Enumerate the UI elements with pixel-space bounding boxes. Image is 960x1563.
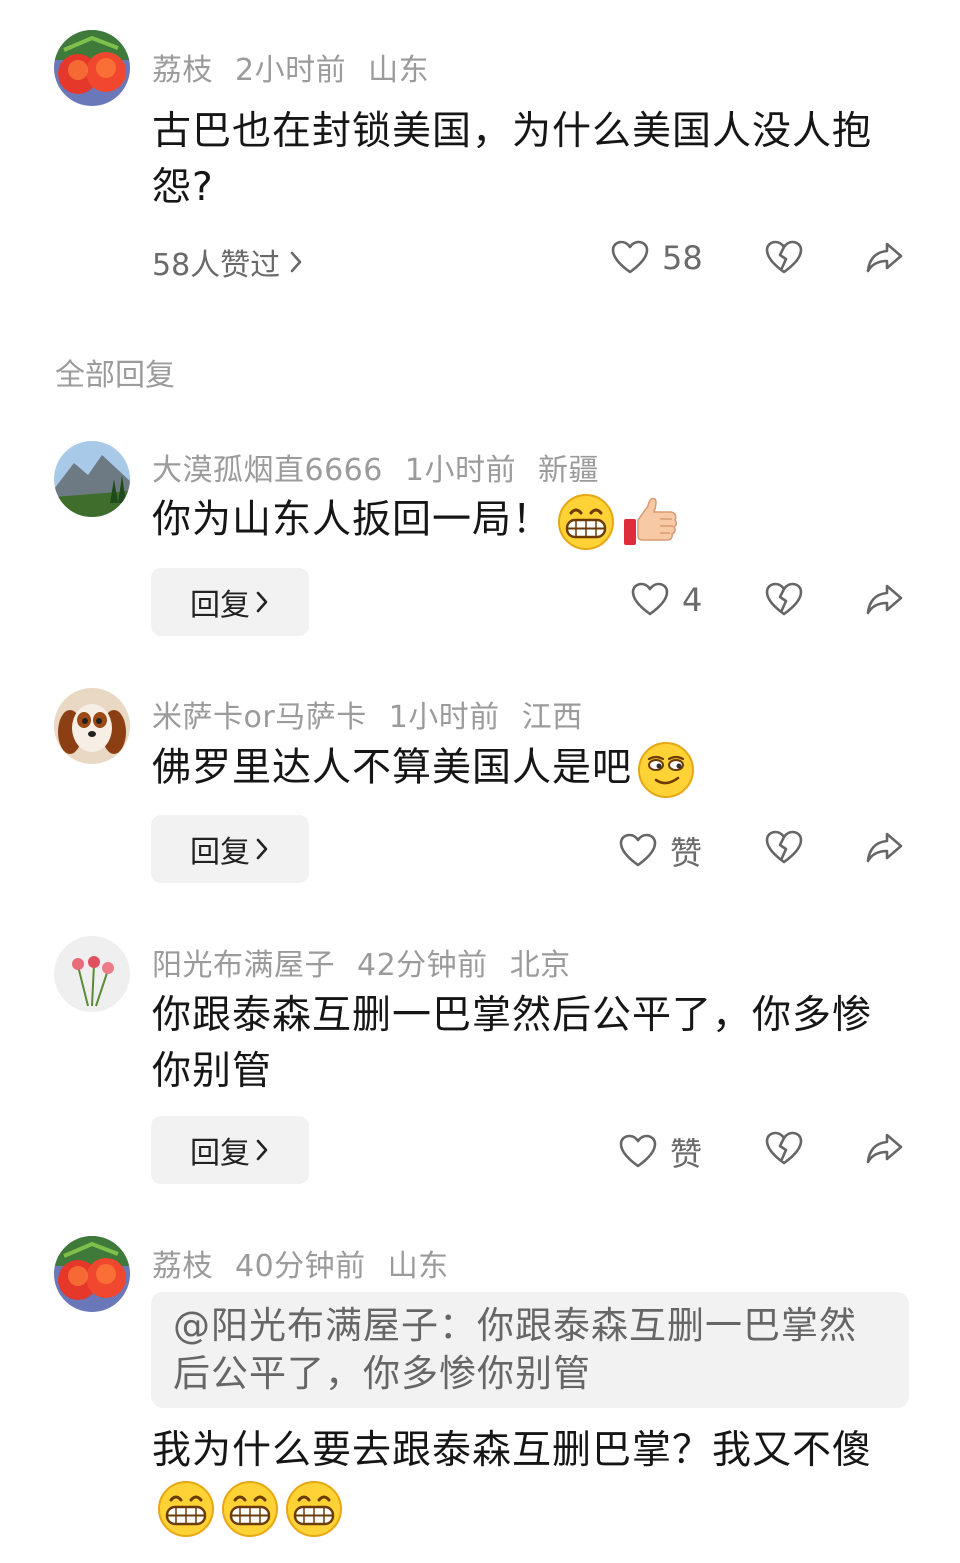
- reply-text-content: 你为山东人扳回一局！: [152, 497, 553, 543]
- share-arrow-icon: [864, 828, 904, 868]
- chevron-right-icon: [254, 1138, 270, 1162]
- chevron-right-icon: [254, 590, 270, 614]
- username[interactable]: 米萨卡or马萨卡: [152, 700, 367, 735]
- reply-text: 你为山东人扳回一局！: [152, 492, 892, 552]
- like-button[interactable]: 赞: [618, 828, 702, 874]
- chevron-right-icon: [288, 250, 304, 274]
- comment-text: 古巴也在封锁美国，为什么美国人没人抱怨?: [152, 109, 873, 210]
- grin-emoji-icon: [156, 1479, 216, 1539]
- like-count: 4: [682, 581, 703, 619]
- reply-meta: 大漠孤烟直6666 1小时前 新疆: [152, 445, 621, 489]
- avatar-dog[interactable]: [54, 688, 130, 764]
- share-arrow-icon: [864, 1129, 904, 1169]
- timestamp: 42分钟前: [357, 948, 488, 983]
- username[interactable]: 荔枝: [152, 1249, 213, 1284]
- reply-button[interactable]: 回复: [151, 815, 309, 883]
- like-button[interactable]: 58: [610, 238, 703, 278]
- location: 山东: [368, 53, 430, 88]
- likes-summary-link[interactable]: 58人赞过: [152, 240, 304, 284]
- broken-heart-icon: [764, 580, 804, 620]
- like-label: 赞: [670, 834, 703, 872]
- location: 新疆: [537, 453, 599, 488]
- share-button[interactable]: [864, 238, 904, 278]
- heart-icon: [618, 831, 658, 871]
- reply-button[interactable]: 回复: [151, 568, 309, 636]
- reply-button-label: 回复: [190, 1136, 250, 1171]
- share-arrow-icon: [864, 580, 904, 620]
- share-button[interactable]: [864, 828, 904, 868]
- section-title: 全部回复: [55, 358, 175, 393]
- heart-icon: [630, 580, 670, 620]
- grin-emoji-icon: [556, 492, 616, 552]
- avatar-roses[interactable]: [54, 936, 130, 1012]
- timestamp: 1小时前: [404, 453, 516, 488]
- reply-text-content: 佛罗里达人不算美国人是吧: [152, 745, 633, 791]
- heart-icon: [618, 1132, 658, 1172]
- like-button[interactable]: 4: [630, 580, 702, 620]
- dislike-button[interactable]: [764, 238, 804, 278]
- share-arrow-icon: [864, 238, 904, 278]
- reply-button-label: 回复: [190, 835, 250, 870]
- like-button[interactable]: 赞: [618, 1129, 702, 1175]
- dislike-button[interactable]: [764, 1129, 804, 1169]
- avatar-lychee[interactable]: [54, 30, 130, 106]
- broken-heart-icon: [764, 828, 804, 868]
- username[interactable]: 大漠孤烟直6666: [152, 453, 383, 488]
- reply-text: 佛罗里达人不算美国人是吧: [152, 740, 892, 800]
- smirk-emoji-icon: [636, 740, 696, 800]
- reply-meta: 阳光布满屋子 42分钟前 北京: [152, 940, 593, 984]
- thumbs-up-emoji-icon: [620, 492, 680, 552]
- reply-text: 我为什么要去跟泰森互删巴掌？我又不傻: [152, 1423, 892, 1539]
- timestamp: 2小时前: [235, 53, 347, 88]
- username[interactable]: 阳光布满屋子: [152, 948, 335, 983]
- heart-icon: [610, 238, 650, 278]
- dislike-button[interactable]: [764, 580, 804, 620]
- reply-meta: 荔枝 40分钟前 山东: [152, 1241, 471, 1285]
- avatar-lychee[interactable]: [54, 1236, 130, 1312]
- dislike-button[interactable]: [764, 828, 804, 868]
- username[interactable]: 荔枝: [152, 53, 213, 88]
- comment-meta: 荔枝 2小时前 山东: [152, 45, 451, 89]
- reply-button[interactable]: 回复: [151, 1116, 309, 1184]
- location: 山东: [387, 1249, 449, 1284]
- location: 江西: [521, 700, 583, 735]
- like-count: 58: [662, 239, 703, 277]
- share-button[interactable]: [864, 1129, 904, 1169]
- quoted-comment[interactable]: @阳光布满屋子：你跟泰森互删一巴掌然后公平了，你多惨你别管: [151, 1292, 909, 1408]
- reply-button-label: 回复: [190, 588, 250, 623]
- broken-heart-icon: [764, 1129, 804, 1169]
- broken-heart-icon: [764, 238, 804, 278]
- likes-summary-text: 58人赞过: [152, 248, 281, 283]
- location: 北京: [509, 948, 571, 983]
- grin-emoji-icon: [220, 1479, 280, 1539]
- reply-meta: 米萨卡or马萨卡 1小时前 江西: [152, 692, 605, 736]
- share-button[interactable]: [864, 580, 904, 620]
- grin-emoji-icon: [284, 1479, 344, 1539]
- timestamp: 40分钟前: [235, 1249, 366, 1284]
- chevron-right-icon: [254, 837, 270, 861]
- reply-text-content: 我为什么要去跟泰森互删巴掌？我又不傻: [152, 1428, 873, 1473]
- avatar-desert[interactable]: [54, 441, 130, 517]
- like-label: 赞: [670, 1135, 703, 1173]
- reply-text: 你跟泰森互删一巴掌然后公平了，你多惨你别管: [152, 993, 873, 1094]
- timestamp: 1小时前: [388, 700, 500, 735]
